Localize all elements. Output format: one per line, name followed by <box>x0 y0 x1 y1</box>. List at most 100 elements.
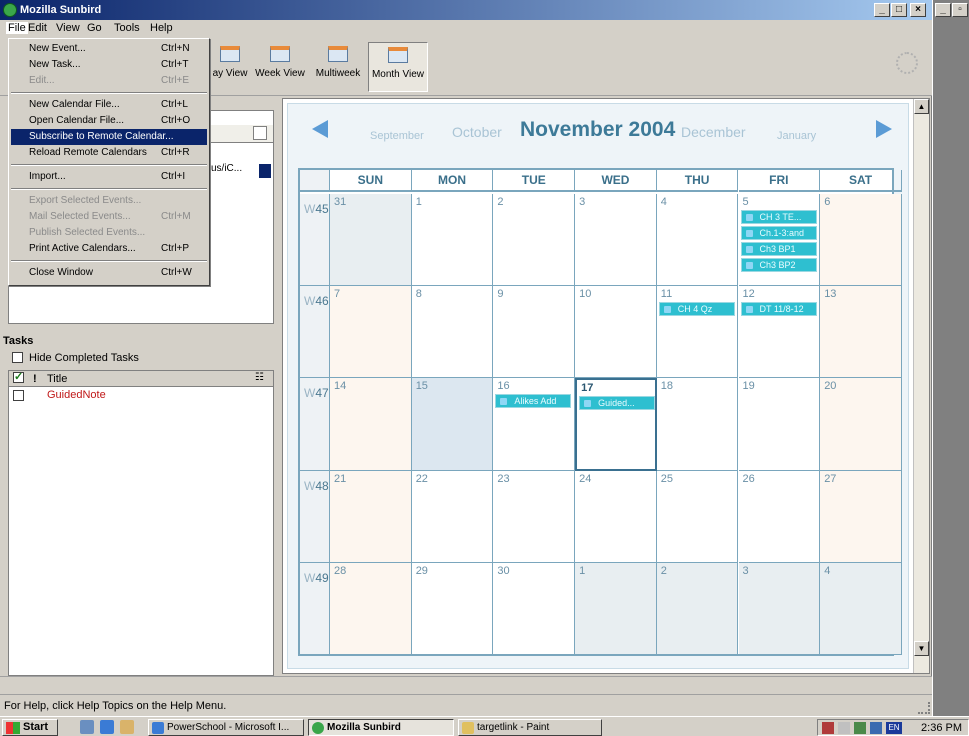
day-cell[interactable]: 5 CH 3 TE... Ch.1-3:and Ch3 BP1 Ch3 BP2 <box>738 194 821 287</box>
file-menu-item[interactable]: Mail Selected Events... Ctrl+M <box>11 209 207 225</box>
hide-completed-checkbox[interactable] <box>12 352 23 363</box>
calendar-list-checkbox-header[interactable] <box>253 126 267 140</box>
hide-completed-toggle[interactable]: Hide Completed Tasks <box>12 352 139 364</box>
file-menu-item[interactable]: Close Window Ctrl+W <box>11 265 207 281</box>
day-cell[interactable]: 31 <box>330 194 412 287</box>
antivirus-tray-icon[interactable] <box>822 722 834 734</box>
show-desktop-icon[interactable] <box>80 720 94 734</box>
maximize-button[interactable]: □ <box>891 3 907 17</box>
day-cell[interactable]: 22 <box>411 470 494 563</box>
calendar-event[interactable]: CH 4 Qz <box>658 302 735 317</box>
calendar-event[interactable]: DT 11/8-12 <box>740 302 817 317</box>
multiweek-view-button[interactable]: Multiweek <box>310 42 366 92</box>
file-menu-item[interactable]: Edit... Ctrl+E <box>11 73 207 89</box>
task-completed-column-icon[interactable] <box>13 370 24 383</box>
scroll-down-arrow-icon[interactable]: ▼ <box>914 641 929 656</box>
day-cell[interactable]: 9 <box>493 286 576 379</box>
file-menu-item[interactable]: Subscribe to Remote Calendar... <box>11 129 207 145</box>
vertical-scrollbar[interactable]: ▲ ▼ <box>913 99 929 673</box>
day-cell[interactable]: 19 <box>738 378 821 471</box>
week-number[interactable]: W47 <box>300 378 330 471</box>
week-number[interactable]: W49 <box>300 562 330 655</box>
start-button[interactable]: Start <box>2 719 58 736</box>
day-cell[interactable]: 30 <box>493 562 576 655</box>
day-cell[interactable]: 3 <box>575 194 657 287</box>
calendar-event[interactable]: Alikes Add <box>495 394 572 409</box>
calendar-event[interactable]: Ch.1-3:and <box>740 226 817 240</box>
priority-column-header[interactable]: ! <box>33 373 37 385</box>
minimize-button[interactable]: _ <box>874 3 890 17</box>
menu-tools[interactable]: Tools <box>114 22 140 34</box>
month-nav-prev2[interactable]: September <box>370 130 424 142</box>
day-cell[interactable]: 10 <box>575 286 657 379</box>
day-cell[interactable]: 27 <box>820 470 902 563</box>
menu-go[interactable]: Go <box>87 22 102 34</box>
calendar-list-item[interactable]: us/iC... <box>209 163 273 179</box>
folder-icon[interactable] <box>120 720 134 734</box>
week-number[interactable]: W45 <box>300 194 330 287</box>
month-nav-next2[interactable]: January <box>777 130 816 142</box>
day-cell[interactable]: 4 <box>820 562 902 655</box>
day-cell[interactable]: 17 Guided... <box>575 378 657 471</box>
file-menu-item[interactable]: Print Active Calendars... Ctrl+P <box>11 241 207 257</box>
day-cell[interactable]: 25 <box>656 470 739 563</box>
day-cell[interactable]: 20 <box>820 378 902 471</box>
day-cell[interactable]: 2 <box>493 194 576 287</box>
column-picker-icon[interactable]: ☷ <box>255 372 264 383</box>
day-cell[interactable]: 15 <box>411 378 494 471</box>
month-nav-next1[interactable]: December <box>681 124 746 140</box>
file-menu-item[interactable]: New Calendar File... Ctrl+L <box>11 97 207 113</box>
day-cell[interactable]: 12 DT 11/8-12 <box>738 286 821 379</box>
resize-grip-icon[interactable] <box>918 702 930 714</box>
monitor-tray-icon[interactable] <box>870 722 882 734</box>
day-cell[interactable]: 8 <box>411 286 494 379</box>
day-cell[interactable]: 24 <box>575 470 657 563</box>
day-cell[interactable]: 3 <box>738 562 821 655</box>
calendar-event[interactable]: Ch3 BP1 <box>740 242 817 256</box>
menu-view[interactable]: View <box>56 22 80 34</box>
day-cell[interactable]: 11 CH 4 Qz <box>656 286 739 379</box>
calendar-event[interactable]: Ch3 BP2 <box>740 258 817 272</box>
background-restore-button[interactable]: ▫ <box>952 3 968 17</box>
menu-edit[interactable]: Edit <box>28 22 47 34</box>
file-menu-item[interactable]: Export Selected Events... <box>11 193 207 209</box>
day-cell[interactable]: 14 <box>330 378 412 471</box>
internet-explorer-icon[interactable] <box>100 720 114 734</box>
volume-tray-icon[interactable] <box>838 722 850 734</box>
calendar-event[interactable]: Guided... <box>579 396 656 411</box>
day-cell[interactable]: 7 <box>330 286 412 379</box>
day-cell[interactable]: 4 <box>656 194 739 287</box>
day-cell[interactable]: 13 <box>820 286 902 379</box>
taskbar-paint[interactable]: targetlink - Paint <box>458 719 602 736</box>
next-month-arrow-icon[interactable] <box>876 120 892 138</box>
taskbar-sunbird[interactable]: Mozilla Sunbird <box>308 719 454 736</box>
day-cell[interactable]: 28 <box>330 562 412 655</box>
day-cell[interactable]: 29 <box>411 562 494 655</box>
day-cell[interactable]: 18 <box>656 378 739 471</box>
week-number[interactable]: W46 <box>300 286 330 379</box>
scroll-up-arrow-icon[interactable]: ▲ <box>914 99 929 114</box>
file-menu-item[interactable]: New Event... Ctrl+N <box>11 41 207 57</box>
previous-month-arrow-icon[interactable] <box>312 120 328 138</box>
day-cell[interactable]: 26 <box>738 470 821 563</box>
title-column-header[interactable]: Title <box>47 373 67 385</box>
day-cell[interactable]: 6 <box>820 194 902 287</box>
network-tray-icon[interactable] <box>854 722 866 734</box>
menu-file[interactable]: File <box>6 22 28 34</box>
week-number[interactable]: W48 <box>300 470 330 563</box>
menu-help[interactable]: Help <box>150 22 173 34</box>
close-button[interactable]: × <box>910 3 926 17</box>
day-cell[interactable]: 16 Alikes Add <box>493 378 576 471</box>
day-cell[interactable]: 21 <box>330 470 412 563</box>
file-menu-item[interactable]: Publish Selected Events... <box>11 225 207 241</box>
taskbar-powerschool[interactable]: PowerSchool - Microsoft I... <box>148 719 304 736</box>
file-menu-item[interactable]: Import... Ctrl+I <box>11 169 207 185</box>
background-minimize-button[interactable]: _ <box>935 3 951 17</box>
task-checkbox[interactable] <box>13 390 24 401</box>
day-cell[interactable]: 1 <box>575 562 657 655</box>
task-row[interactable]: GuidedNote <box>9 389 273 403</box>
day-cell[interactable]: 23 <box>493 470 576 563</box>
month-view-button[interactable]: Month View <box>368 42 428 92</box>
file-menu-item[interactable]: Reload Remote Calendars Ctrl+R <box>11 145 207 161</box>
file-menu-item[interactable]: Open Calendar File... Ctrl+O <box>11 113 207 129</box>
